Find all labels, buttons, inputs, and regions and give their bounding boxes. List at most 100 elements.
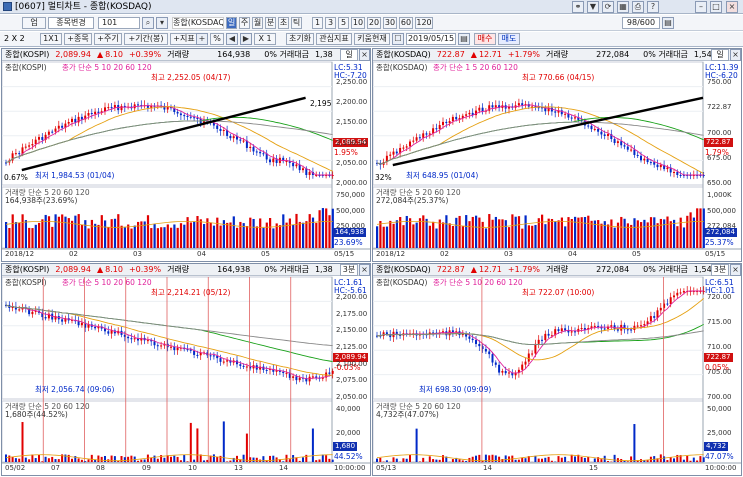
buy-button[interactable]: 매수	[474, 33, 496, 45]
candle	[531, 353, 534, 355]
volume-bar	[385, 460, 388, 462]
lookup-icon[interactable]: ▾	[156, 17, 168, 29]
candle	[491, 354, 494, 363]
interval-button-3[interactable]: 10	[351, 17, 365, 29]
volume-bar	[156, 458, 159, 462]
help-icon[interactable]: ?	[647, 1, 659, 13]
y-tick: 2,250.00	[336, 78, 368, 86]
add-item-button-1[interactable]: +주기	[94, 33, 122, 45]
interval-button-0[interactable]: 1	[312, 17, 323, 29]
volume-bar	[418, 218, 422, 248]
x-tick: 07	[51, 464, 60, 472]
volume-bar	[120, 456, 123, 462]
refresh-icon[interactable]: ⟳	[602, 1, 614, 13]
candle	[239, 139, 242, 141]
period-tab-4[interactable]: 초	[278, 17, 289, 29]
add-item-button-3[interactable]: +지표	[170, 33, 198, 45]
sell-button[interactable]: 매도	[498, 33, 520, 45]
volume-bar	[623, 460, 626, 462]
volume-bar	[692, 217, 695, 248]
volume-bar	[692, 457, 695, 462]
volume-bar	[64, 216, 67, 248]
volume-bar	[461, 460, 464, 462]
x-tick: 09	[142, 464, 151, 472]
calendar-icon-2[interactable]: ▤	[458, 33, 470, 45]
code-input[interactable]: 101	[98, 17, 140, 29]
candle	[193, 117, 196, 119]
volume-bar	[412, 224, 415, 248]
interest-indicator-button[interactable]: 관심지표	[316, 33, 352, 45]
legend-name: 종합(KOSPI)	[5, 63, 47, 72]
volume-bar	[236, 227, 239, 248]
print-icon[interactable]: ⎙	[632, 1, 644, 13]
period-tab-1[interactable]: 주	[239, 17, 250, 29]
chart-panel-p4[interactable]: 종합(KOSDAQ) 722.87 ▲ 12.71 +1.79% 거래량 272,084 0%…	[372, 263, 742, 476]
candle	[478, 107, 481, 111]
arrow-right-icon[interactable]: ▶	[240, 33, 252, 45]
volume-bar	[292, 224, 295, 248]
x-tick: 03	[133, 250, 142, 258]
period-tab-2[interactable]: 월	[252, 17, 263, 29]
interval-button-1[interactable]: 3	[325, 17, 336, 29]
date-input[interactable]: 2019/05/15	[406, 33, 456, 45]
candle	[232, 136, 235, 139]
volume-bar	[11, 214, 14, 248]
zoom-select[interactable]: X 1	[254, 33, 276, 45]
volume-bar	[14, 222, 18, 248]
candle	[475, 340, 477, 344]
volume-bar	[448, 223, 451, 248]
reset-button[interactable]: 초기화	[286, 33, 314, 45]
percent-button[interactable]: %	[210, 33, 224, 45]
vol-y-tick: 50,000	[707, 405, 732, 413]
calendar-icon[interactable]: ▤	[662, 17, 674, 29]
volume-bar	[193, 459, 196, 462]
volume-bar	[71, 220, 74, 248]
plus-icon[interactable]: +	[196, 33, 208, 45]
candle	[640, 155, 642, 161]
close-icon[interactable]: ×	[726, 1, 738, 13]
volume-bar	[173, 455, 176, 462]
candle	[451, 116, 454, 122]
candle	[616, 329, 619, 331]
arrow-left-icon[interactable]: ◀	[226, 33, 238, 45]
mode-select[interactable]: 업	[22, 17, 46, 29]
interval-button-7[interactable]: 120	[415, 17, 433, 29]
maximize-icon[interactable]: □	[710, 1, 722, 13]
search-icon[interactable]: ⌕	[142, 17, 154, 29]
minimize-icon[interactable]: –	[695, 1, 707, 13]
candle	[14, 153, 17, 155]
link-icon[interactable]: ⚭	[572, 1, 584, 13]
candle	[173, 346, 176, 351]
candle	[422, 133, 425, 138]
volume-bar	[11, 456, 14, 462]
stock-change-dropdown[interactable]: 종목변경	[48, 17, 94, 29]
chart-panel-p1[interactable]: 종합(KOSPI) 2,089.94 ▲ 8.10 +0.39% 거래량 164,938 0%…	[1, 48, 371, 262]
interval-button-5[interactable]: 30	[383, 17, 397, 29]
volume-bar	[590, 220, 593, 248]
candle	[176, 347, 179, 351]
grid-1x1-button[interactable]: 1X1	[40, 33, 62, 45]
candle	[425, 133, 428, 135]
checkbox-icon[interactable]: ☐	[392, 33, 404, 45]
volume-bar	[649, 217, 653, 248]
chart-panel-p3[interactable]: 종합(KOSPI) 2,089.94 ▲ 8.10 +0.39% 거래량 164,938 0%…	[1, 263, 371, 476]
period-tab-3[interactable]: 분	[265, 17, 276, 29]
add-item-button-0[interactable]: +종목	[64, 33, 92, 45]
volume-bar	[97, 224, 100, 248]
volume-bar	[696, 460, 699, 462]
period-tab-0[interactable]: 일	[226, 17, 237, 29]
kiwoom-current-button[interactable]: 키움현재	[354, 33, 390, 45]
volume-bar	[405, 458, 408, 462]
interval-button-4[interactable]: 20	[367, 17, 381, 29]
pin-icon[interactable]: ▼	[587, 1, 599, 13]
volume-bar	[686, 215, 689, 248]
high-label: 최고 770.66 (04/15)	[522, 73, 595, 82]
grid-icon[interactable]: ▦	[617, 1, 629, 13]
x-tick: 14	[279, 464, 288, 472]
interval-button-2[interactable]: 5	[338, 17, 349, 29]
add-item-button-2[interactable]: +기간(봉)	[124, 33, 168, 45]
ma-line-60	[5, 116, 333, 163]
period-tab-5[interactable]: 틱	[291, 17, 302, 29]
chart-panel-p2[interactable]: 종합(KOSDAQ) 722.87 ▲ 12.71 +1.79% 거래량 272,084 0%…	[372, 48, 742, 262]
interval-button-6[interactable]: 60	[399, 17, 413, 29]
